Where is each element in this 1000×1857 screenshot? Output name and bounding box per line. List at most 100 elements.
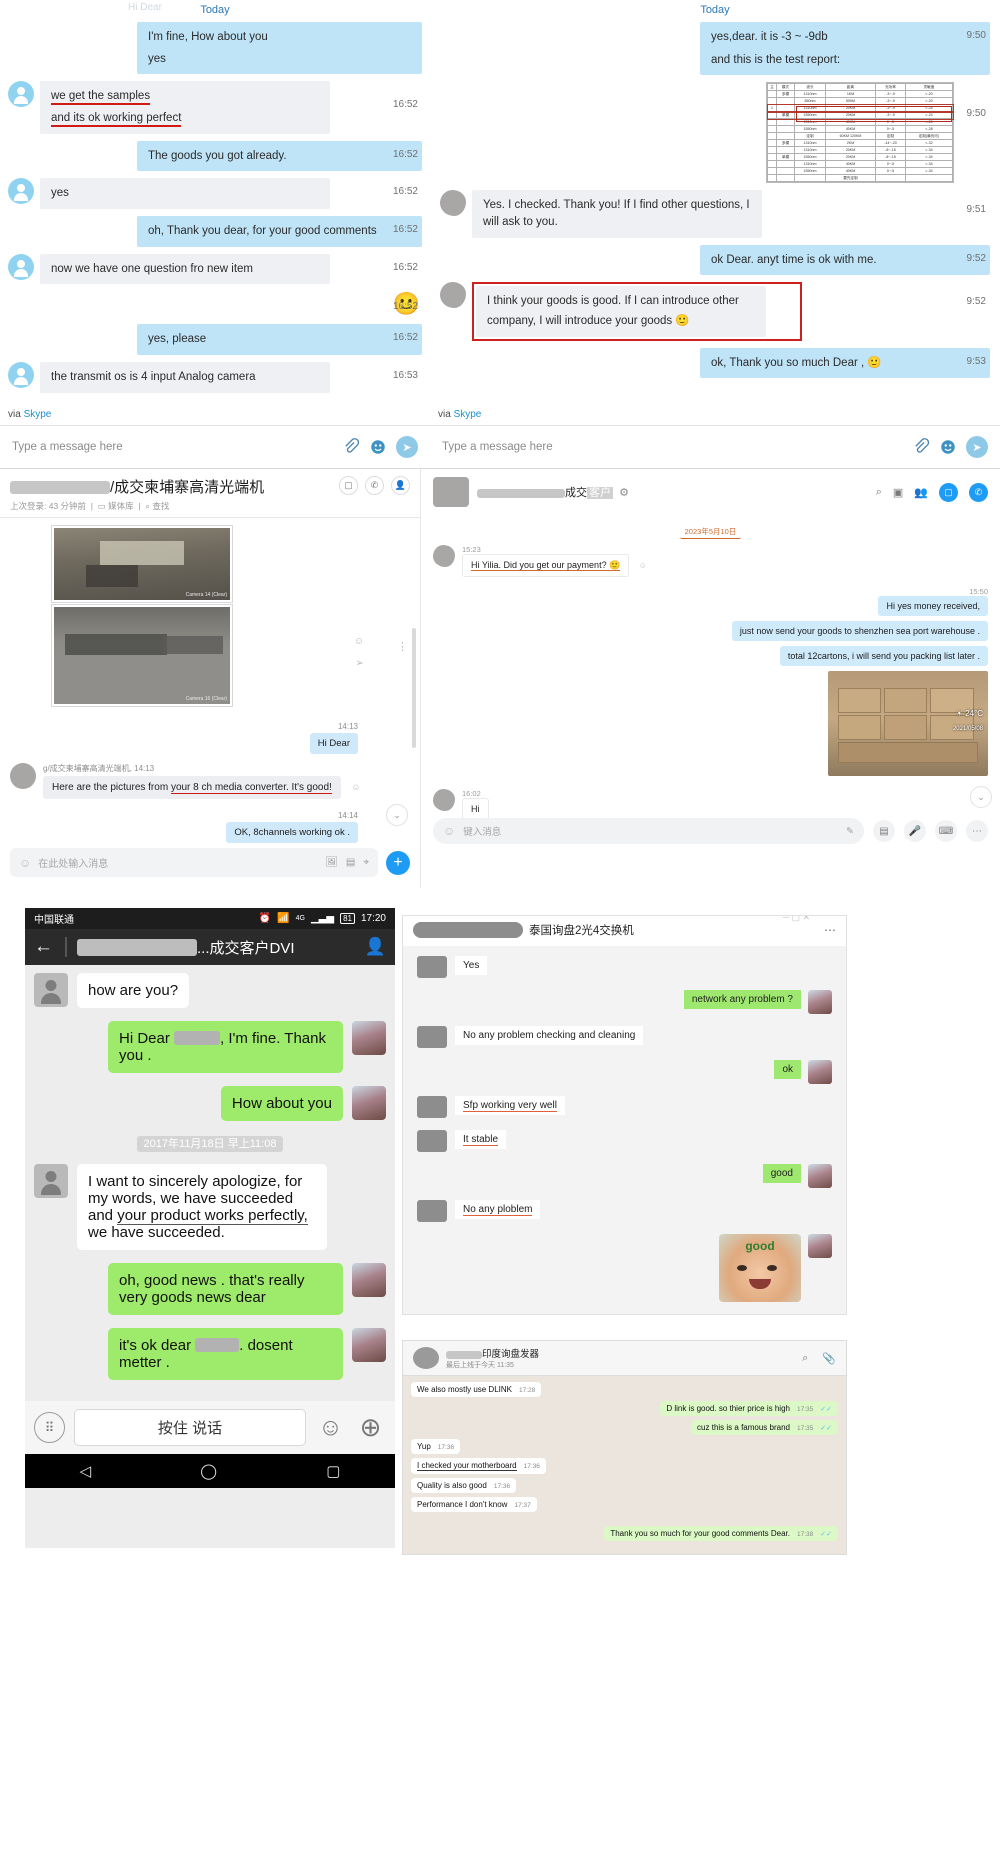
- underlined-phrase: Sfp working very well: [463, 1100, 557, 1112]
- location-icon[interactable]: ⌖: [363, 857, 369, 868]
- card-icon[interactable]: ▤: [346, 857, 355, 868]
- read-receipt-icon: ✓✓: [820, 1531, 832, 1538]
- emoji-reaction-icon[interactable]: ☺: [354, 636, 364, 647]
- sticker-text: good: [745, 1239, 775, 1253]
- message-row: cuz this is a famous brand 17:35 ✓✓: [411, 1420, 838, 1435]
- screenshot-icon[interactable]: ▣: [893, 486, 903, 499]
- search-icon[interactable]: ⌕: [876, 486, 882, 499]
- message-bubble-incoming: now we have one question fro new item: [40, 253, 330, 285]
- underlined-phrase: your product works perfectly,: [117, 1207, 308, 1225]
- message-row: The goods you got already. 16:52: [8, 140, 422, 172]
- skype-brand-link[interactable]: Skype: [454, 409, 482, 420]
- camera-image-1[interactable]: Camera 14 (Clear): [52, 526, 232, 602]
- message-bubble-incoming: Hi Yilia. Did you get our payment? 🙂: [462, 554, 630, 577]
- good-baby-sticker[interactable]: good: [719, 1234, 801, 1302]
- timestamp: 16:52: [392, 99, 418, 111]
- alarm-icon: ⏰: [258, 913, 272, 924]
- underlined-phrase: No any ploblem: [463, 1204, 533, 1216]
- window-controls[interactable]: ─ ▢ ✕: [783, 916, 810, 923]
- emoji-icon[interactable]: ☺: [315, 1412, 346, 1443]
- contact-subtitle: 上次登录: 43 分钟前 | ▭ 媒体库 | ⌕ 查找: [10, 501, 170, 511]
- back-triangle-icon[interactable]: ◁: [80, 1462, 92, 1480]
- timestamp: 17:38: [796, 1531, 814, 1538]
- emoji-icon[interactable]: [939, 438, 957, 456]
- timestamp: 16:52: [392, 301, 418, 313]
- add-member-icon[interactable]: 👥: [914, 486, 928, 499]
- emoji-reaction-icon[interactable]: ☺: [351, 782, 360, 792]
- timestamp: 16:52: [392, 186, 418, 198]
- gear-icon[interactable]: ⚙: [619, 487, 629, 499]
- camera-image-2[interactable]: Camera 16 (Clear): [52, 605, 232, 706]
- via-label-left: via Skype: [0, 405, 430, 426]
- emoji-icon[interactable]: ☺: [443, 824, 455, 838]
- plus-icon[interactable]: +: [386, 850, 410, 875]
- attach-icon[interactable]: [912, 438, 930, 456]
- scrollbar[interactable]: [412, 628, 416, 748]
- message-input[interactable]: Type a message here: [442, 441, 903, 453]
- qq-composer: ☺ 在此处输入消息 🖼 ▤ ⌖: [10, 848, 378, 877]
- message-input[interactable]: 在此处输入消息: [38, 855, 317, 870]
- message-row: We also mostly use DLINK 17:28: [411, 1382, 838, 1397]
- red-highlight-box: I think your goods is good. If I can int…: [472, 282, 802, 341]
- emoji-reaction-icon[interactable]: ☺: [639, 561, 647, 570]
- timestamp: 17:37: [514, 1502, 531, 1509]
- cartons-photo[interactable]: ☀ 24°C 2021/05/08: [828, 671, 988, 776]
- message-row: Sfp working very well: [417, 1096, 832, 1118]
- more-options-icon[interactable]: ⋯: [824, 923, 836, 937]
- keyboard-icon[interactable]: ⌨: [935, 820, 957, 842]
- via-label-right: via Skype: [430, 405, 1000, 426]
- send-icon[interactable]: ➤: [396, 436, 418, 458]
- voice-call-icon[interactable]: ✆: [365, 476, 384, 495]
- message-text: I'm fine, How about you: [148, 31, 268, 43]
- timestamp: 15:23: [462, 545, 481, 554]
- skype-brand-link[interactable]: Skype: [24, 409, 52, 420]
- video-call-icon[interactable]: ▢: [339, 476, 358, 495]
- table-row: 多模 1310nm 1KM -3~-9 <-20: [767, 90, 954, 99]
- emoji-icon[interactable]: ☺: [19, 856, 31, 870]
- timestamp: 17:36: [523, 1463, 540, 1470]
- push-to-talk-button[interactable]: 按住 说话: [74, 1409, 306, 1446]
- file-icon[interactable]: ▤: [873, 820, 895, 842]
- contact-name: 印度询盘发器: [446, 1346, 539, 1360]
- image-icon[interactable]: 🖼: [325, 857, 338, 868]
- home-circle-icon[interactable]: ◯: [200, 1462, 217, 1480]
- forward-icon[interactable]: ➢: [356, 658, 364, 669]
- call-icon[interactable]: ✆: [969, 482, 988, 502]
- recents-square-icon[interactable]: ▢: [326, 1462, 340, 1480]
- skype-chat-left: Today Hi Dear I'm fine, How about you ye…: [0, 0, 430, 468]
- message-bubble-incoming: Yup 17:36: [411, 1439, 461, 1454]
- avatar: [413, 1347, 439, 1369]
- more-options-icon[interactable]: ⋮: [397, 640, 408, 653]
- android-title-bar: ← ...成交客户DVI 👤: [25, 929, 395, 965]
- back-arrow-icon[interactable]: ←: [34, 936, 53, 958]
- via-prefix: via: [438, 409, 451, 420]
- add-contact-icon[interactable]: 👤: [391, 476, 410, 495]
- message-input[interactable]: Type a message here: [12, 441, 333, 453]
- more-icon[interactable]: ⋯: [966, 820, 988, 842]
- message-input[interactable]: 键入消息: [463, 824, 838, 838]
- video-icon[interactable]: ▢: [939, 482, 958, 502]
- chat-title: ...成交客户DVI: [197, 939, 295, 957]
- keyboard-grid-icon[interactable]: ⠿: [34, 1412, 65, 1443]
- handwriting-icon[interactable]: ✎: [846, 826, 854, 837]
- chevron-down-icon[interactable]: ⌄: [386, 804, 408, 826]
- avatar: [352, 1086, 386, 1120]
- plus-icon[interactable]: ⊕: [355, 1412, 386, 1443]
- chevron-down-icon[interactable]: ⌄: [970, 786, 992, 808]
- attach-icon[interactable]: [342, 438, 360, 456]
- avatar: [808, 1164, 832, 1188]
- avatar: [808, 1060, 832, 1084]
- message-row: It stable: [417, 1130, 832, 1152]
- attach-icon[interactable]: 📎: [822, 1352, 836, 1365]
- avatar: [8, 178, 34, 205]
- avatar: [34, 973, 68, 1007]
- message-bubble-outgoing: yes,dear. it is -3 ~ -9db and this is th…: [700, 22, 990, 76]
- test-report-image[interactable]: 主 模式 波长 距离 光功率 灵敏度 多模 1310nm 1KM -3~-9 <-20 8…: [766, 82, 954, 184]
- message-bubble-outgoing: total 12cartons, i will send you packing…: [779, 646, 988, 666]
- composer-left: Type a message here ➤: [0, 426, 430, 468]
- contact-icon[interactable]: 👤: [365, 937, 386, 957]
- search-icon[interactable]: ⌕: [802, 1352, 808, 1365]
- send-icon[interactable]: ➤: [966, 436, 988, 458]
- emoji-icon[interactable]: [369, 438, 387, 456]
- mic-icon[interactable]: 🎤: [904, 820, 926, 842]
